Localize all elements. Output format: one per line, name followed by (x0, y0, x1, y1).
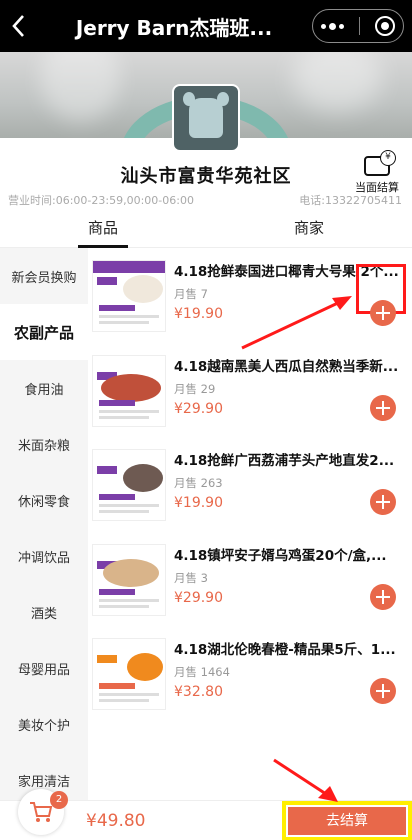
highlight-box: 去结算 (282, 801, 412, 840)
product-monthly-sales: 月售 7 (174, 287, 208, 301)
sidebar-item-drinks[interactable]: 冲调饮品 (0, 528, 88, 584)
payment-card-icon (364, 150, 396, 176)
back-button[interactable] (0, 0, 36, 52)
capsule-divider (358, 17, 360, 35)
product-monthly-sales: 月售 29 (174, 381, 216, 396)
add-to-cart-button[interactable] (370, 489, 396, 516)
product-price: ¥29.90 (174, 400, 223, 417)
more-dots-icon[interactable] (320, 22, 344, 30)
list-item[interactable]: 4.18湖北伦晚春橙-精品果5斤、1... 月售 1464 ¥32.80 (88, 626, 412, 721)
tab-bar: 商品 商家 (0, 212, 412, 248)
product-price: ¥32.80 (174, 684, 223, 701)
sidebar-item-baby[interactable]: 母婴用品 (0, 640, 88, 696)
add-to-cart-button[interactable] (370, 300, 396, 326)
list-item[interactable]: 4.18抢鲜广西荔浦芋头产地直发2... 月售 263 ¥19.90 (88, 437, 412, 532)
product-list: 4.18抢鲜泰国进口椰青大号果 2个... 月售 7 ¥19.90 4.18越南… (88, 248, 412, 800)
add-to-cart-button[interactable] (370, 583, 396, 610)
sidebar-item-rice-flour[interactable]: 米面杂粮 (0, 416, 88, 472)
shopping-cart-icon (30, 802, 53, 822)
product-monthly-sales: 月售 1464 (174, 665, 230, 680)
product-price: ¥19.90 (174, 495, 223, 512)
target-circle-icon[interactable] (375, 16, 396, 36)
product-name: 4.18镇坪安子婿乌鸡蛋20个/盒,... (174, 547, 387, 564)
category-sidebar: 新会员换购 农副产品 食用油 米面杂粮 休闲零食 冲调饮品 酒类 母婴用品 美妆… (0, 248, 88, 800)
product-image (92, 638, 166, 711)
sidebar-item-snacks[interactable]: 休闲零食 (0, 472, 88, 528)
product-name: 4.18越南黑美人西瓜自然熟当季新... (174, 358, 399, 375)
list-item[interactable]: 4.18越南黑美人西瓜自然熟当季新... 月售 29 ¥29.90 (88, 343, 412, 438)
title-bar: Jerry Barn杰瑞班... (0, 0, 412, 52)
product-image (92, 543, 166, 616)
sidebar-item-beauty[interactable]: 美妆个护 (0, 696, 88, 752)
product-price: ¥29.90 (174, 589, 223, 606)
sidebar-item-alcohol[interactable]: 酒类 (0, 584, 88, 640)
checkout-button[interactable]: 去结算 (288, 807, 406, 835)
add-to-cart-button[interactable] (370, 678, 396, 705)
list-item[interactable]: 4.18镇坪安子婿乌鸡蛋20个/盒,... 月售 3 ¥29.90 (88, 532, 412, 627)
in-person-checkout-button[interactable]: 当面结算 (348, 150, 406, 195)
shop-logo (172, 84, 240, 152)
sidebar-item-farm-products[interactable]: 农副产品 (0, 304, 88, 360)
back-arrow-icon (12, 15, 24, 37)
product-name: 4.18湖北伦晚春橙-精品果5斤、1... (174, 642, 396, 659)
business-hours: 营业时间:06:00-23:59,00:00-06:00 (8, 194, 194, 207)
shop-phone: 电话:13322705411 (299, 194, 402, 207)
product-photo (123, 275, 163, 303)
product-monthly-sales: 月售 3 (174, 570, 208, 585)
cart-bar: 2 ¥49.80 去结算 (0, 789, 412, 840)
shop-info-line: 营业时间:06:00-23:59,00:00-06:00 电话:13322705… (0, 192, 412, 208)
page-title: Jerry Barn杰瑞班... (75, 15, 273, 40)
product-monthly-sales: 月售 263 (174, 476, 223, 491)
product-name: 4.18抢鲜广西荔浦芋头产地直发2... (174, 453, 395, 470)
sidebar-item-cooking-oil[interactable]: 食用油 (0, 360, 88, 416)
product-image (92, 449, 166, 522)
product-price: ¥19.90 (174, 306, 223, 322)
list-item[interactable]: 4.18抢鲜泰国进口椰青大号果 2个... 月售 7 ¥19.90 (88, 248, 412, 343)
add-to-cart-button[interactable] (370, 394, 396, 421)
cart-total: ¥49.80 (86, 811, 146, 831)
tab-products[interactable]: 商品 (0, 212, 206, 248)
mini-program-capsule (312, 9, 404, 43)
sidebar-item-new-member[interactable]: 新会员换购 (0, 248, 88, 304)
product-image (92, 260, 166, 332)
product-image (92, 354, 166, 427)
cart-count-badge: 2 (50, 791, 68, 809)
tab-merchant[interactable]: 商家 (206, 212, 412, 247)
